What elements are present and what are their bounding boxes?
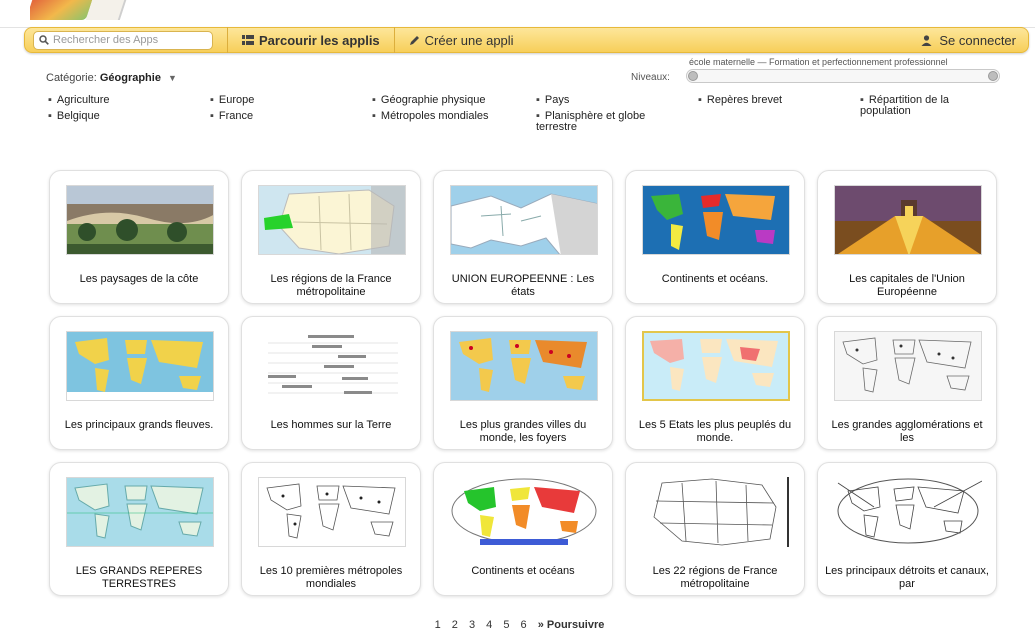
category-selector[interactable]: Catégorie: Géographie ▼: [46, 72, 177, 84]
page-link[interactable]: 3: [469, 619, 475, 631]
app-title: Les capitales de l'Union Européenne: [849, 273, 965, 298]
create-app-label: Créer une appli: [424, 32, 514, 48]
tag-geographie-physique[interactable]: Géographie physique: [372, 95, 486, 106]
search-input[interactable]: Rechercher des Apps: [33, 30, 213, 50]
main-navbar: Rechercher des Apps Parcourir les applis…: [24, 27, 1029, 53]
app-card[interactable]: Continents et océans.: [625, 170, 805, 304]
level-slider[interactable]: [686, 69, 1000, 83]
app-title: Continents et océans: [471, 565, 575, 577]
browse-apps-link[interactable]: Parcourir les applis: [228, 27, 394, 53]
tag-pays[interactable]: Pays: [536, 95, 569, 106]
app-thumbnail: [642, 477, 790, 547]
category-prefix: Catégorie:: [46, 72, 97, 84]
tag-agriculture[interactable]: Agriculture: [48, 95, 110, 106]
app-thumbnail: [834, 185, 982, 255]
app-title: Les grandes agglomérations et les: [831, 419, 983, 444]
login-label: Se connecter: [939, 32, 1016, 48]
tag-planisphere[interactable]: Planisphère et globe terrestre: [536, 111, 676, 133]
app-title: Les plus grandes villes du monde, les fo…: [459, 419, 587, 444]
app-thumbnail: [642, 185, 790, 255]
app-thumbnail: [450, 477, 598, 547]
user-icon: [921, 34, 932, 46]
app-card[interactable]: Les paysages de la côte: [49, 170, 229, 304]
site-logo[interactable]: [30, 0, 130, 22]
page-link[interactable]: 4: [486, 619, 492, 631]
pencil-icon: [409, 35, 419, 45]
app-card[interactable]: Les grandes agglomérations et les: [817, 316, 997, 450]
app-title: UNION EUROPEENNE : Les états: [451, 273, 595, 298]
app-title: Continents et océans.: [661, 273, 769, 285]
app-thumbnail: [66, 477, 214, 547]
app-title: Les régions de la France métropolitaine: [270, 273, 392, 298]
app-card[interactable]: Les 22 régions de France métropolitaine: [625, 462, 805, 596]
browse-apps-label: Parcourir les applis: [259, 32, 380, 48]
app-card[interactable]: Les principaux détroits et canaux, par: [817, 462, 997, 596]
tag-repartition-population[interactable]: Répartition de la population: [860, 95, 1000, 117]
search-placeholder: Rechercher des Apps: [53, 34, 159, 46]
app-title: Les hommes sur la Terre: [270, 419, 392, 431]
app-title: Les 5 Etats les plus peuplés du monde.: [638, 419, 792, 444]
app-card[interactable]: Les principaux grands fleuves.: [49, 316, 229, 450]
page-link[interactable]: 2: [452, 619, 458, 631]
app-title: Les 10 premières métropoles mondiales: [259, 565, 403, 590]
tag-europe[interactable]: Europe: [210, 95, 254, 106]
grid-icon: [242, 35, 254, 45]
level-slider-min-handle[interactable]: [688, 71, 698, 81]
page-link[interactable]: 1: [435, 619, 441, 631]
app-card[interactable]: Les plus grandes villes du monde, les fo…: [433, 316, 613, 450]
app-card[interactable]: Les 10 premières métropoles mondiales: [241, 462, 421, 596]
app-card[interactable]: Les 5 Etats les plus peuplés du monde.: [625, 316, 805, 450]
app-title: LES GRANDS REPERES TERRESTRES: [75, 565, 203, 590]
app-title: Les paysages de la côte: [79, 273, 199, 285]
app-thumbnail: [66, 185, 214, 255]
app-title: Les 22 régions de France métropolitaine: [652, 565, 778, 590]
app-thumbnail: [450, 185, 598, 255]
pagination: 1 2 3 4 5 6 » Poursuivre: [0, 619, 1035, 631]
app-thumbnail: [834, 331, 982, 401]
app-thumbnail: [834, 477, 982, 547]
app-title: Les principaux grands fleuves.: [64, 419, 214, 431]
level-label: Niveaux:: [631, 72, 670, 83]
level-slider-max-handle[interactable]: [988, 71, 998, 81]
app-title: Les principaux détroits et canaux, par: [825, 565, 989, 590]
app-card[interactable]: Les capitales de l'Union Européenne: [817, 170, 997, 304]
app-thumbnail: [642, 331, 790, 401]
next-page-link[interactable]: » Poursuivre: [538, 619, 605, 631]
login-link[interactable]: Se connecter: [921, 33, 1016, 48]
app-thumbnail: [450, 331, 598, 401]
app-thumbnail: [66, 331, 214, 401]
create-app-link[interactable]: Créer une appli: [395, 27, 528, 53]
tag-france[interactable]: France: [210, 111, 253, 122]
app-thumbnail: [258, 477, 406, 547]
app-thumbnail: [258, 185, 406, 255]
tag-belgique[interactable]: Belgique: [48, 111, 100, 122]
chevron-down-icon: ▼: [168, 73, 177, 83]
tag-reperes-brevet[interactable]: Repères brevet: [698, 95, 782, 106]
page-link[interactable]: 6: [521, 619, 527, 631]
page-link[interactable]: 5: [503, 619, 509, 631]
tag-metropoles-mondiales[interactable]: Métropoles mondiales: [372, 111, 489, 122]
top-strip: [0, 0, 1035, 28]
search-icon: [39, 35, 49, 45]
app-card[interactable]: Les hommes sur la Terre: [241, 316, 421, 450]
app-card[interactable]: Continents et océans: [433, 462, 613, 596]
level-range-caption: école maternelle — Formation et perfecti…: [689, 57, 948, 67]
app-thumbnail: [258, 331, 406, 401]
app-card[interactable]: LES GRANDS REPERES TERRESTRES: [49, 462, 229, 596]
app-card[interactable]: Les régions de la France métropolitaine: [241, 170, 421, 304]
app-card[interactable]: UNION EUROPEENNE : Les états: [433, 170, 613, 304]
category-value: Géographie: [99, 72, 161, 84]
